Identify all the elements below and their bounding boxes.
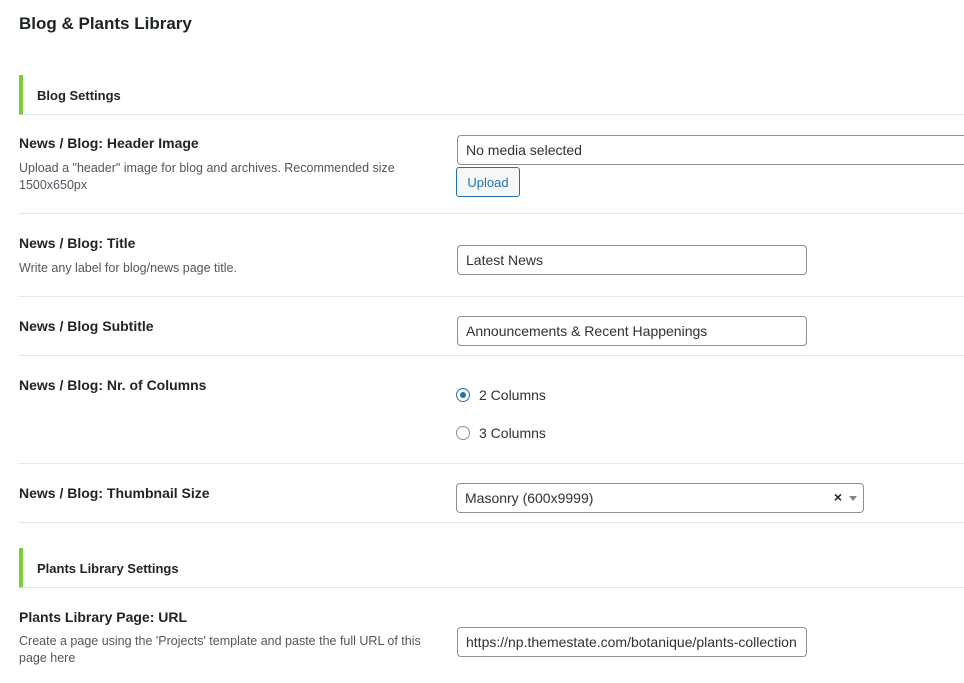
header-image-row: News / Blog: Header Image Upload a "head… <box>19 115 964 214</box>
thumbnail-size-select[interactable]: Masonry (600x9999) × <box>456 483 864 513</box>
blog-subtitle-input[interactable] <box>457 316 807 346</box>
plants-url-label: Plants Library Page: URL <box>19 609 188 625</box>
blog-title-label: News / Blog: Title <box>19 235 136 251</box>
plants-url-row: Plants Library Page: URL Create a page u… <box>19 589 964 683</box>
radio-3-columns[interactable]: 3 Columns <box>456 423 546 443</box>
chevron-down-icon[interactable] <box>849 496 857 501</box>
blog-thumbnail-label: News / Blog: Thumbnail Size <box>19 485 210 501</box>
radio-unchecked-icon[interactable] <box>456 426 470 440</box>
close-icon[interactable]: × <box>834 489 842 505</box>
blog-subtitle-row: News / Blog Subtitle <box>19 297 964 356</box>
plants-url-description: Create a page using the 'Projects' templ… <box>19 634 421 665</box>
blog-columns-row: News / Blog: Nr. of Columns 2 Columns 3 … <box>19 356 964 464</box>
header-image-label: News / Blog: Header Image <box>19 135 199 151</box>
blog-title-description: Write any label for blog/news page title… <box>19 261 237 275</box>
radio-3-columns-label: 3 Columns <box>479 425 546 441</box>
header-image-description: Upload a "header" image for blog and arc… <box>19 161 395 192</box>
blog-thumbnail-row: News / Blog: Thumbnail Size Masonry (600… <box>19 464 964 523</box>
plants-url-input[interactable] <box>457 627 807 657</box>
blog-subtitle-label: News / Blog Subtitle <box>19 318 154 334</box>
radio-2-columns-label: 2 Columns <box>479 387 546 403</box>
blog-columns-label: News / Blog: Nr. of Columns <box>19 377 207 393</box>
radio-checked-icon[interactable] <box>456 388 470 402</box>
upload-button[interactable]: Upload <box>456 167 520 197</box>
radio-2-columns[interactable]: 2 Columns <box>456 385 546 405</box>
header-image-input[interactable] <box>457 135 964 165</box>
section-header-plants: Plants Library Settings <box>19 548 964 588</box>
section-title-blog: Blog Settings <box>37 88 121 103</box>
blog-title-row: News / Blog: Title Write any label for b… <box>19 214 964 297</box>
blog-title-input[interactable] <box>457 245 807 275</box>
thumbnail-size-value: Masonry (600x9999) <box>465 490 594 506</box>
section-header-blog: Blog Settings <box>19 75 964 115</box>
page-title: Blog & Plants Library <box>19 14 192 33</box>
section-title-plants: Plants Library Settings <box>37 561 179 576</box>
